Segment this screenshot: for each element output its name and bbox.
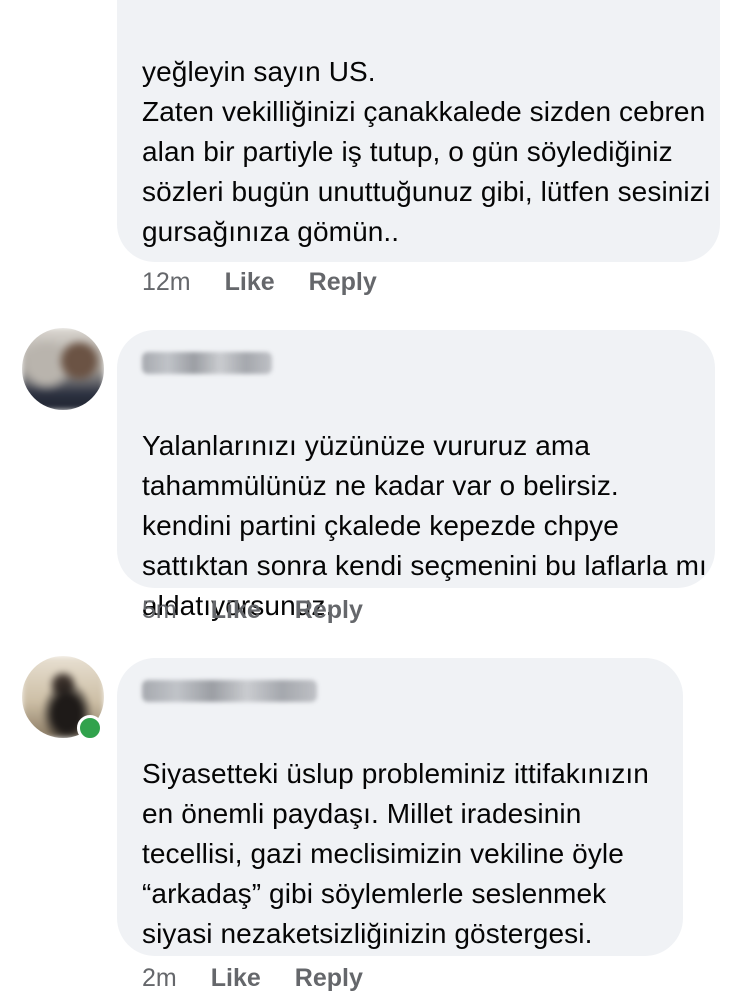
- comment-timestamp: 2m: [142, 964, 177, 992]
- comment-bubble[interactable]: Siyasetteki üslup probleminiz ittifakını…: [117, 658, 683, 956]
- comment-text: Siyasetteki üslup probleminiz ittifakını…: [142, 758, 649, 949]
- comment-actions: 2m Like Reply: [142, 964, 363, 993]
- blurred-avatar-icon: [22, 328, 104, 410]
- comment-text: yeğleyin sayın US. Zaten vekilliğinizi ç…: [142, 56, 711, 247]
- comment-text: Yalanlarınızı yüzünüze vururuz ama taham…: [142, 430, 707, 621]
- comment-2: Yalanlarınızı yüzünüze vururuz ama taham…: [0, 320, 750, 640]
- author-name-blurred[interactable]: [142, 680, 317, 702]
- comment-actions: 12m Like Reply: [142, 268, 377, 297]
- comment-1: yeğleyin sayın US. Zaten vekilliğinizi ç…: [0, 0, 750, 300]
- comment-timestamp: 12m: [142, 268, 191, 296]
- reply-button[interactable]: Reply: [295, 964, 363, 993]
- like-button[interactable]: Like: [225, 268, 275, 297]
- reply-button[interactable]: Reply: [295, 596, 363, 625]
- comment-actions: 5m Like Reply: [142, 596, 363, 625]
- online-status-icon: [77, 715, 103, 741]
- comment-bubble[interactable]: Yalanlarınızı yüzünüze vururuz ama taham…: [117, 330, 715, 621]
- avatar[interactable]: [22, 328, 104, 410]
- comment-3: Siyasetteki üslup probleminiz ittifakını…: [0, 650, 750, 1008]
- comment-timestamp: 5m: [142, 596, 177, 624]
- like-button[interactable]: Like: [211, 964, 261, 993]
- like-button[interactable]: Like: [211, 596, 261, 625]
- comment-bubble[interactable]: yeğleyin sayın US. Zaten vekilliğinizi ç…: [117, 0, 720, 262]
- reply-button[interactable]: Reply: [309, 268, 377, 297]
- author-name-blurred[interactable]: [142, 352, 272, 374]
